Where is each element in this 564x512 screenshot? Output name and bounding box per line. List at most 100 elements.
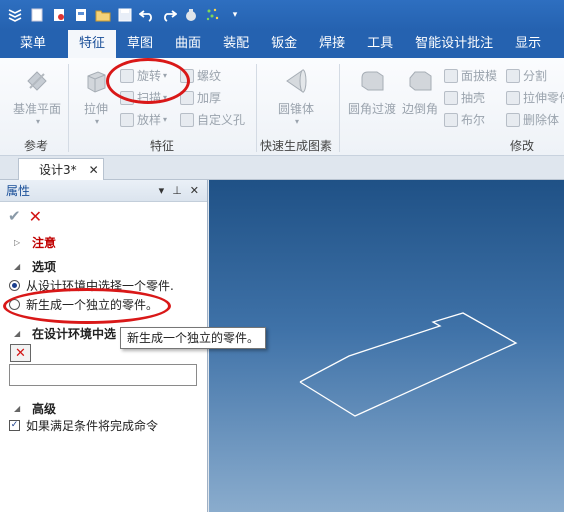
auto-complete-option[interactable]: ✓ 如果满足条件将完成命令 bbox=[0, 416, 208, 434]
extrude-part-button[interactable]: 拉伸零件 bbox=[506, 89, 564, 106]
chamfer-label: 边倒角 bbox=[401, 102, 438, 116]
print-preview-icon[interactable] bbox=[70, 4, 92, 26]
quick-group-label: 快速生成图素 bbox=[260, 139, 333, 153]
undo-icon[interactable] bbox=[136, 4, 158, 26]
sweep-button[interactable]: 扫描 ▾ bbox=[120, 89, 167, 106]
datum-plane-button[interactable]: 基准平面 ▾ bbox=[8, 66, 66, 126]
tab-tools[interactable]: 工具 bbox=[356, 30, 404, 58]
option-select-existing-label: 从设计环境中选择一个零件. bbox=[26, 278, 174, 293]
dropdown-icon[interactable]: ▾ bbox=[159, 184, 165, 197]
boolean-button[interactable]: 布尔 bbox=[444, 111, 485, 128]
tab-sheet-metal[interactable]: 钣金 bbox=[260, 30, 308, 58]
split-button[interactable]: 分割 bbox=[506, 67, 547, 84]
document-tab-label: 设计3* bbox=[39, 163, 77, 177]
group-divider bbox=[256, 64, 257, 152]
cancel-x-icon[interactable]: ✕ bbox=[29, 207, 42, 226]
ref-group-label: 参考 bbox=[24, 139, 49, 153]
expand-triangle-icon: ▷ bbox=[14, 237, 21, 247]
selection-input[interactable] bbox=[9, 364, 197, 386]
draft-button[interactable]: 面拔模 bbox=[444, 67, 497, 84]
option-new-part-label: 新生成一个独立的零件。 bbox=[26, 297, 159, 312]
extrude-button[interactable]: 拉伸 ▾ bbox=[76, 66, 116, 126]
radio-new-part[interactable] bbox=[9, 298, 20, 310]
radio-select-existing[interactable] bbox=[9, 279, 20, 291]
panel-header: 属性 ▾ ⊥ ✕ bbox=[0, 180, 207, 202]
chevron-down-icon: ▾ bbox=[163, 71, 168, 80]
chevron-down-icon: ▾ bbox=[163, 93, 168, 102]
delete-body-icon bbox=[506, 112, 520, 127]
notice-label: 注意 bbox=[32, 235, 57, 250]
custom-hole-button[interactable]: 自定义孔 bbox=[180, 111, 245, 128]
sparkle-icon[interactable] bbox=[202, 4, 224, 26]
save-icon[interactable] bbox=[114, 4, 136, 26]
fillet-button[interactable]: 圆角过渡 bbox=[346, 66, 398, 117]
pin-icon[interactable]: ⊥ bbox=[172, 184, 182, 197]
tab-sketch[interactable]: 草图 bbox=[116, 30, 164, 58]
delete-body-label: 删除体 bbox=[523, 113, 560, 127]
options-label: 选项 bbox=[32, 259, 57, 274]
delete-body-button[interactable]: 删除体 bbox=[506, 111, 559, 128]
tab-feature[interactable]: 特征 bbox=[68, 30, 117, 58]
tab-assembly[interactable]: 装配 bbox=[212, 30, 260, 58]
datum-plane-label: 基准平面 bbox=[12, 102, 61, 116]
chevron-down-icon: ▾ bbox=[94, 117, 99, 126]
revolve-button[interactable]: 旋转 ▾ bbox=[120, 67, 167, 84]
new-design-icon[interactable] bbox=[48, 4, 70, 26]
extrude-part-label: 拉伸零件 bbox=[523, 91, 564, 105]
chamfer-button[interactable]: 边倒角 bbox=[400, 66, 440, 117]
shell-icon bbox=[444, 90, 458, 105]
close-icon[interactable]: ✕ bbox=[89, 163, 99, 177]
redo-icon[interactable] bbox=[158, 4, 180, 26]
tab-surface[interactable]: 曲面 bbox=[164, 30, 212, 58]
customize-toolbar-icon[interactable]: ▾ bbox=[224, 4, 246, 26]
loft-icon bbox=[120, 112, 134, 127]
confirm-check-icon[interactable]: ✔ bbox=[8, 207, 21, 225]
thread-button[interactable]: 螺纹 bbox=[180, 67, 221, 84]
chevron-down-icon: ▾ bbox=[35, 117, 40, 126]
close-icon[interactable]: ✕ bbox=[190, 184, 199, 197]
datum-plane-icon bbox=[27, 71, 47, 91]
open-folder-icon[interactable] bbox=[92, 4, 114, 26]
clear-selection-button[interactable]: ✕ bbox=[10, 344, 31, 362]
tab-display[interactable]: 显示 bbox=[504, 30, 552, 58]
option-new-part[interactable]: 新生成一个独立的零件。 bbox=[0, 295, 208, 313]
quick-access-toolbar: ▾ bbox=[0, 0, 564, 30]
loft-button[interactable]: 放样 ▾ bbox=[120, 111, 167, 128]
revolve-label: 旋转 bbox=[137, 69, 162, 83]
panel-controls: ▾ ⊥ ✕ bbox=[159, 184, 207, 197]
cone-button[interactable]: 圆锥体 ▾ bbox=[268, 66, 324, 126]
custom-hole-icon bbox=[180, 112, 194, 127]
option-select-existing[interactable]: 从设计环境中选择一个零件. bbox=[0, 276, 208, 294]
auto-complete-checkbox[interactable]: ✓ bbox=[9, 419, 20, 431]
chevron-down-icon: ▾ bbox=[294, 117, 299, 126]
document-tab-bar: 设计3* ✕ bbox=[0, 156, 564, 180]
tab-smart-design[interactable]: 智能设计批注 bbox=[404, 30, 504, 58]
loft-label: 放样 bbox=[137, 113, 162, 127]
document-tab[interactable]: 设计3* ✕ bbox=[18, 158, 104, 180]
confirm-cancel-row: ✔ ✕ bbox=[0, 206, 208, 226]
options-section-header[interactable]: ◢ 选项 bbox=[0, 257, 208, 275]
fillet-icon bbox=[361, 71, 384, 91]
extrude-part-icon bbox=[506, 90, 520, 105]
thicken-label: 加厚 bbox=[197, 91, 222, 105]
panel-title: 属性 bbox=[6, 184, 31, 198]
tab-menu[interactable]: 菜单 bbox=[0, 30, 68, 58]
draft-icon bbox=[444, 68, 458, 83]
tab-weld[interactable]: 焊接 bbox=[308, 30, 356, 58]
shell-button[interactable]: 抽壳 bbox=[444, 89, 485, 106]
advanced-section-header[interactable]: ◢ 高级 bbox=[0, 399, 208, 417]
thicken-button[interactable]: 加厚 bbox=[180, 89, 221, 106]
thread-icon bbox=[180, 68, 194, 83]
app-menu-icon[interactable] bbox=[4, 4, 26, 26]
collapse-triangle-icon: ◢ bbox=[14, 328, 21, 338]
cone-icon bbox=[286, 69, 307, 93]
cone-label: 圆锥体 bbox=[277, 102, 314, 116]
group-divider bbox=[339, 64, 340, 152]
notice-section-header[interactable]: ▷ 注意 bbox=[0, 233, 208, 251]
boolean-label: 布尔 bbox=[461, 113, 486, 127]
render-icon[interactable] bbox=[180, 4, 202, 26]
modify-group-label: 修改 bbox=[510, 139, 535, 153]
new-file-icon[interactable] bbox=[26, 4, 48, 26]
thread-label: 螺纹 bbox=[197, 69, 222, 83]
shell-label: 抽壳 bbox=[461, 91, 486, 105]
